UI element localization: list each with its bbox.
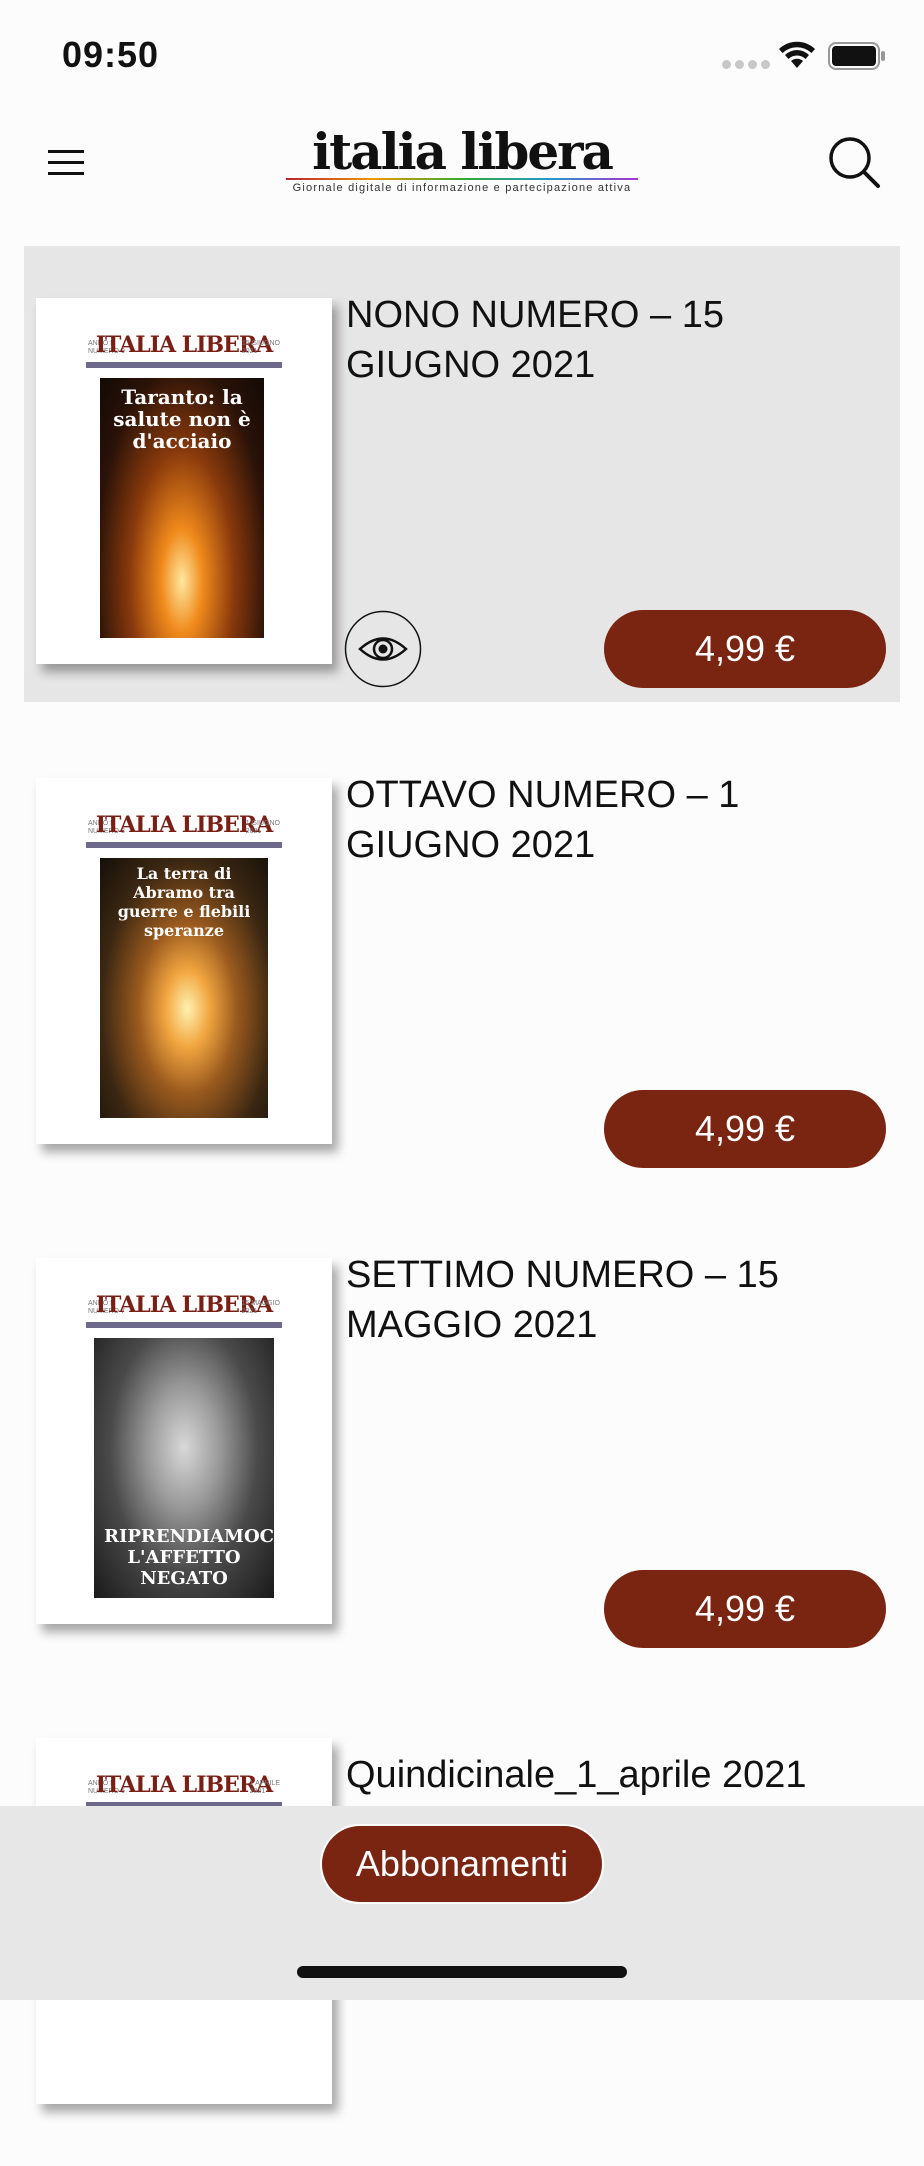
cover-meta: 1 APRILE 2021 — [249, 1780, 280, 1795]
issue-title[interactable]: SETTIMO NUMERO – 15 MAGGIO 2021 — [346, 1250, 886, 1350]
cover-photo: La terra di Abramo tra guerre e flebili … — [100, 858, 268, 1118]
home-indicator[interactable] — [297, 1966, 627, 1978]
bottom-bar: Abbonamenti — [0, 1806, 924, 2000]
buy-button[interactable]: 4,99 € — [604, 1570, 886, 1648]
subscriptions-button[interactable]: Abbonamenti — [322, 1826, 602, 1902]
cover-band — [86, 1322, 282, 1328]
issue-row[interactable]: ANNO I NUMERO 8 ITALIA LIBERA 1 GIUGNO 202… — [24, 726, 900, 1182]
cover-meta: 15 MAGGIO 2021 — [241, 1300, 280, 1315]
cover-photo: RIPRENDIAMOCI L'AFFETTO NEGATO — [94, 1338, 274, 1598]
battery-icon — [828, 42, 885, 70]
cover-band — [86, 362, 282, 368]
logo-tagline: Giornale digitale di informazione e part… — [292, 182, 632, 194]
issue-title[interactable]: NONO NUMERO – 15 GIUGNO 2021 — [346, 290, 886, 390]
cover-headline: RIPRENDIAMOCI L'AFFETTO NEGATO — [104, 1526, 274, 1589]
buy-button[interactable]: 4,99 € — [604, 610, 886, 688]
logo-divider — [286, 178, 638, 180]
cover-band — [86, 842, 282, 848]
search-icon[interactable] — [826, 134, 882, 190]
issue-row[interactable]: ANNO I NUMERO 9 ITALIA LIBERA 15 GIUGNO 20… — [24, 246, 900, 702]
menu-icon[interactable] — [46, 146, 86, 180]
cover-headline: Taranto: la salute non è d'acciaio — [113, 385, 251, 453]
status-bar: 09:50 — [0, 0, 924, 100]
logo-title: italia libera — [312, 122, 614, 181]
issue-cover[interactable]: ANNO I NUMERO 8 ITALIA LIBERA 1 GIUGNO 202… — [36, 778, 332, 1144]
status-time: 09:50 — [62, 34, 160, 75]
cover-meta: 1 GIUGNO 2021 — [245, 820, 280, 835]
issue-title[interactable]: OTTAVO NUMERO – 1 GIUGNO 2021 — [346, 770, 886, 870]
issue-cover[interactable]: ANNO I NUMERO 9 ITALIA LIBERA 15 GIUGNO 20… — [36, 298, 332, 664]
issue-row[interactable]: ANNO I NUMERO 7 ITALIA LIBERA 15 MAGGIO 20… — [24, 1206, 900, 1662]
eye-icon[interactable] — [344, 610, 422, 688]
app-logo: italia libera Giornale digitale di infor… — [286, 126, 638, 198]
app-header: italia libera Giornale digitale di infor… — [0, 100, 924, 230]
wifi-icon — [779, 41, 815, 68]
cover-photo: Taranto: la salute non è d'acciaio — [100, 378, 264, 638]
buy-button[interactable]: 4,99 € — [604, 1090, 886, 1168]
cover-meta: 15 GIUGNO 2021 — [241, 340, 280, 355]
cover-headline: La terra di Abramo tra guerre e flebili … — [117, 864, 251, 940]
issue-cover[interactable]: ANNO I NUMERO 7 ITALIA LIBERA 15 MAGGIO 20… — [36, 1258, 332, 1624]
issue-title[interactable]: Quindicinale_1_aprile 2021 — [346, 1750, 886, 1800]
signal-icon — [722, 60, 770, 69]
